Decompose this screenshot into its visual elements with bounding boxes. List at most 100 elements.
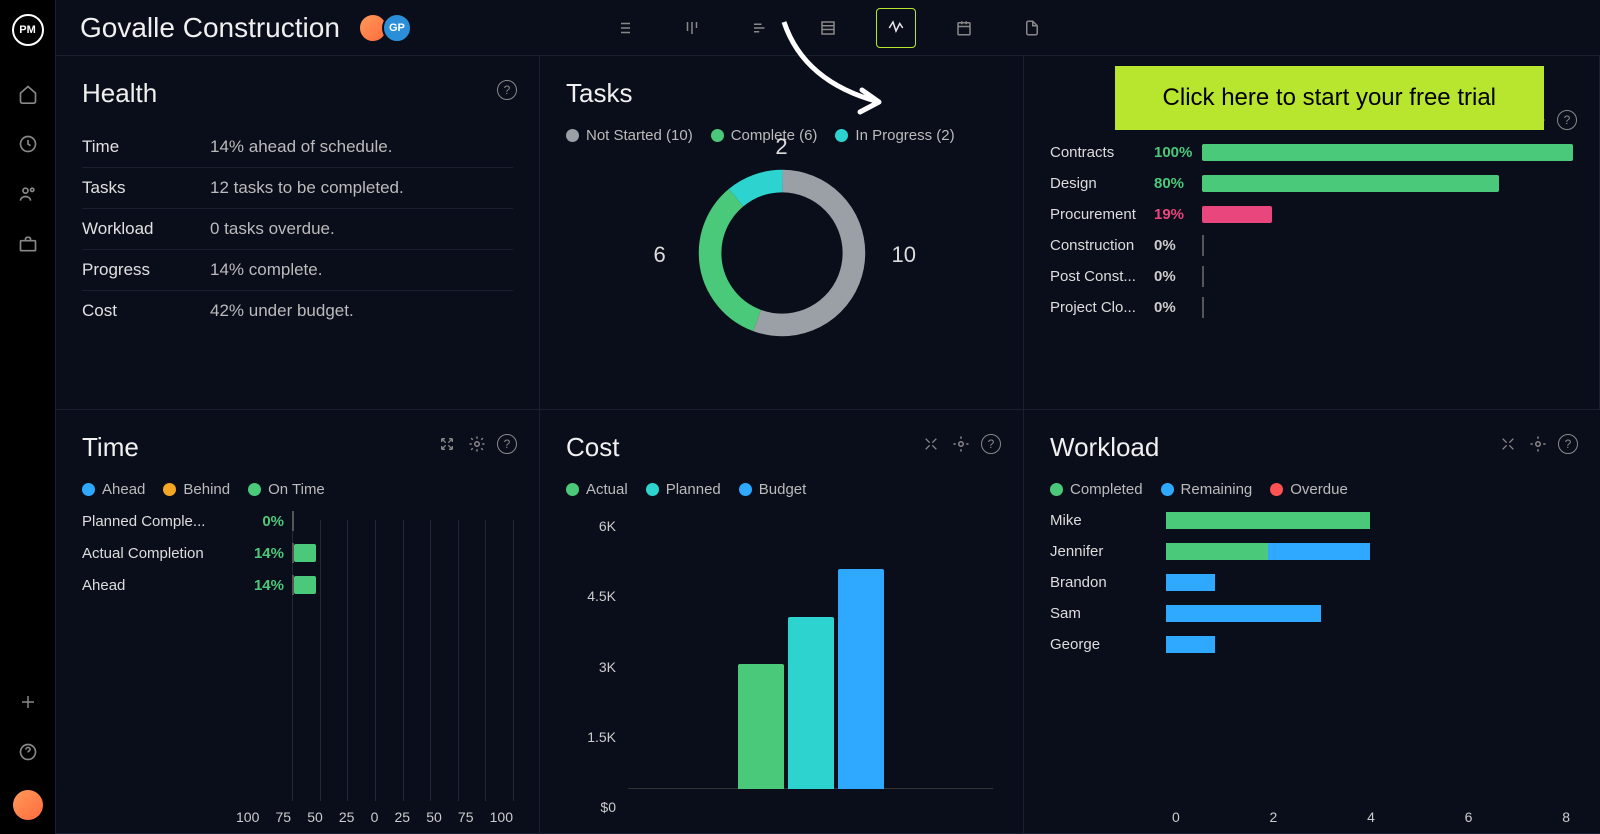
legend-item: Behind: [163, 481, 230, 498]
time-pct: 14%: [238, 545, 284, 562]
time-label: Actual Completion: [82, 545, 238, 562]
axis-label: 6K: [599, 518, 616, 534]
plus-icon[interactable]: [16, 690, 40, 714]
health-label: Cost: [82, 301, 210, 321]
workload-bar: [1166, 543, 1574, 560]
help-icon[interactable]: ?: [1558, 434, 1578, 454]
legend-label: In Progress (2): [855, 127, 954, 144]
gear-icon[interactable]: [1528, 434, 1548, 454]
donut-label: 2: [775, 134, 787, 160]
legend-label: Ahead: [102, 481, 145, 498]
axis-label: 3K: [599, 659, 616, 675]
progress-pct: 0%: [1154, 268, 1202, 285]
legend-item: Actual: [566, 481, 628, 498]
avatar-stack[interactable]: GP: [358, 13, 412, 43]
calendar-view-icon[interactable]: [944, 8, 984, 48]
workload-row: George: [1050, 636, 1574, 653]
progress-row: Project Clo... 0%: [1050, 299, 1573, 316]
view-switcher: [604, 8, 1052, 48]
time-label: Ahead: [82, 577, 238, 594]
progress-bar: [1202, 144, 1573, 161]
legend-label: Not Started (10): [586, 127, 693, 144]
progress-pct: 0%: [1154, 299, 1202, 316]
gear-icon[interactable]: [951, 434, 971, 454]
cost-bar-chart: [628, 526, 993, 807]
gantt-view-icon[interactable]: [740, 8, 780, 48]
progress-bar: [1202, 175, 1573, 192]
cost-bar: [838, 569, 884, 789]
health-label: Time: [82, 137, 210, 157]
workload-bar: [1166, 574, 1574, 591]
health-label: Workload: [82, 219, 210, 239]
board-view-icon[interactable]: [672, 8, 712, 48]
workload-bar: [1166, 605, 1574, 622]
briefcase-icon[interactable]: [16, 232, 40, 256]
dashboard-view-icon[interactable]: [876, 8, 916, 48]
workload-row: Brandon: [1050, 574, 1574, 591]
time-pct: 0%: [238, 513, 284, 530]
progress-row: Procurement 19%: [1050, 206, 1573, 223]
app-logo[interactable]: PM: [12, 14, 44, 46]
axis-label: 50: [426, 809, 442, 825]
user-avatar[interactable]: [13, 790, 43, 820]
axis-label: 8: [1562, 809, 1570, 825]
member-avatar[interactable]: GP: [382, 13, 412, 43]
legend-item: Planned: [646, 481, 721, 498]
axis-label: 4.5K: [587, 588, 616, 604]
team-icon[interactable]: [16, 182, 40, 206]
help-icon[interactable]: ?: [497, 80, 517, 100]
list-view-icon[interactable]: [604, 8, 644, 48]
workload-segment: [1166, 543, 1268, 560]
workload-row: Sam: [1050, 605, 1574, 622]
time-row: Actual Completion 14%: [82, 544, 513, 562]
axis-label: 0: [371, 809, 379, 825]
legend-dot: [711, 129, 724, 142]
home-icon[interactable]: [16, 82, 40, 106]
expand-icon[interactable]: [437, 434, 457, 454]
free-trial-banner[interactable]: Click here to start your free trial: [1115, 66, 1544, 130]
progress-label: Construction: [1050, 237, 1154, 254]
legend-item: Completed: [1050, 481, 1143, 498]
tasks-donut-chart: [687, 158, 877, 348]
time-bar: [292, 544, 513, 562]
axis-label: 0: [1172, 809, 1180, 825]
workload-row: Jennifer: [1050, 543, 1574, 560]
legend-dot: [248, 483, 261, 496]
progress-bar: [1202, 268, 1573, 285]
workload-panel: Workload ? CompletedRemainingOverdue Mik…: [1024, 410, 1600, 834]
cost-panel: Cost ? ActualPlannedBudget 6K4.5K3K1.5K$…: [540, 410, 1024, 834]
legend-dot: [566, 129, 579, 142]
help-icon[interactable]: [16, 740, 40, 764]
workload-name: Jennifer: [1050, 543, 1166, 560]
progress-pct: 100%: [1154, 144, 1202, 161]
workload-segment: [1166, 605, 1321, 622]
progress-row: Contracts 100%: [1050, 144, 1573, 161]
axis-label: 1.5K: [587, 729, 616, 745]
legend-label: Behind: [183, 481, 230, 498]
health-value: 12 tasks to be completed.: [210, 178, 404, 198]
workload-name: George: [1050, 636, 1166, 653]
health-value: 14% complete.: [210, 260, 322, 280]
workload-name: Sam: [1050, 605, 1166, 622]
tasks-panel: Tasks Not Started (10)Complete (6)In Pro…: [540, 56, 1024, 410]
axis-label: 100: [236, 809, 259, 825]
clock-icon[interactable]: [16, 132, 40, 156]
health-value: 0 tasks overdue.: [210, 219, 335, 239]
nav-rail: PM: [0, 0, 56, 834]
help-icon[interactable]: ?: [1557, 110, 1577, 130]
workload-segment: [1166, 512, 1370, 529]
legend-item: Not Started (10): [566, 127, 693, 144]
gear-icon[interactable]: [467, 434, 487, 454]
sheet-view-icon[interactable]: [808, 8, 848, 48]
expand-icon[interactable]: [1498, 434, 1518, 454]
progress-label: Contracts: [1050, 144, 1154, 161]
expand-icon[interactable]: [921, 434, 941, 454]
project-title: Govalle Construction: [80, 12, 340, 44]
donut-label: 10: [892, 242, 916, 268]
help-icon[interactable]: ?: [497, 434, 517, 454]
progress-pct: 19%: [1154, 206, 1202, 223]
progress-row: Construction 0%: [1050, 237, 1573, 254]
help-icon[interactable]: ?: [981, 434, 1001, 454]
file-view-icon[interactable]: [1012, 8, 1052, 48]
cost-bar: [788, 617, 834, 789]
